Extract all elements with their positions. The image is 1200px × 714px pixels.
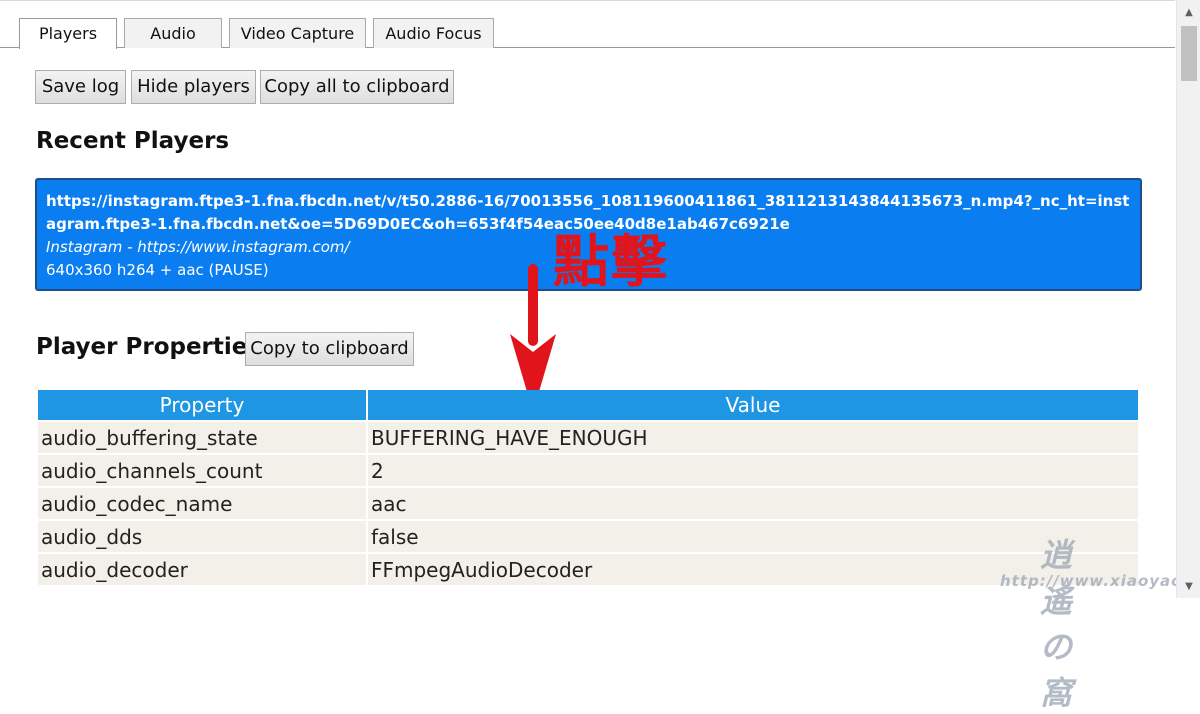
column-header-value: Value <box>368 390 1138 420</box>
hide-players-button[interactable]: Hide players <box>131 70 256 104</box>
value-cell: aac <box>368 488 1138 519</box>
value-cell: BUFFERING_HAVE_ENOUGH <box>368 422 1138 453</box>
player-properties-heading: Player Properties <box>36 334 262 360</box>
tab-strip: Players Audio Video Capture Audio Focus <box>0 18 1175 49</box>
property-cell: audio_channels_count <box>38 455 366 486</box>
column-header-property: Property <box>38 390 366 420</box>
scrollbar-thumb[interactable] <box>1181 26 1197 81</box>
value-cell: 2 <box>368 455 1138 486</box>
tab-players[interactable]: Players <box>19 18 117 49</box>
watermark-logo: 逍遙の窩 <box>1040 536 1072 712</box>
table-row: audio_decoder FFmpegAudioDecoder <box>38 554 1138 585</box>
properties-table: Property Value audio_buffering_state BUF… <box>36 388 1140 587</box>
table-header-row: Property Value <box>38 390 1138 420</box>
table-row: audio_channels_count 2 <box>38 455 1138 486</box>
scroll-up-icon[interactable]: ▲ <box>1177 4 1200 22</box>
tab-audio-focus[interactable]: Audio Focus <box>373 18 494 48</box>
scroll-down-icon[interactable]: ▼ <box>1177 578 1200 596</box>
tab-video-capture[interactable]: Video Capture <box>229 18 366 48</box>
save-log-button[interactable]: Save log <box>35 70 126 104</box>
window-top-edge <box>0 0 1175 4</box>
recent-players-heading: Recent Players <box>36 128 230 154</box>
property-cell: audio_buffering_state <box>38 422 366 453</box>
value-cell: false <box>368 521 1138 552</box>
copy-properties-button[interactable]: Copy to clipboard <box>245 332 414 366</box>
tab-audio[interactable]: Audio <box>124 18 222 48</box>
vertical-scrollbar[interactable]: ▲ ▼ <box>1176 0 1200 598</box>
watermark-url: http://www.xiaoyao.tw/ <box>1000 572 1200 590</box>
property-cell: audio_decoder <box>38 554 366 585</box>
table-row: audio_dds false <box>38 521 1138 552</box>
copy-all-button[interactable]: Copy all to clipboard <box>260 70 454 104</box>
property-cell: audio_dds <box>38 521 366 552</box>
table-row: audio_buffering_state BUFFERING_HAVE_ENO… <box>38 422 1138 453</box>
property-cell: audio_codec_name <box>38 488 366 519</box>
click-annotation: 點擊 <box>553 229 669 295</box>
table-row: audio_codec_name aac <box>38 488 1138 519</box>
